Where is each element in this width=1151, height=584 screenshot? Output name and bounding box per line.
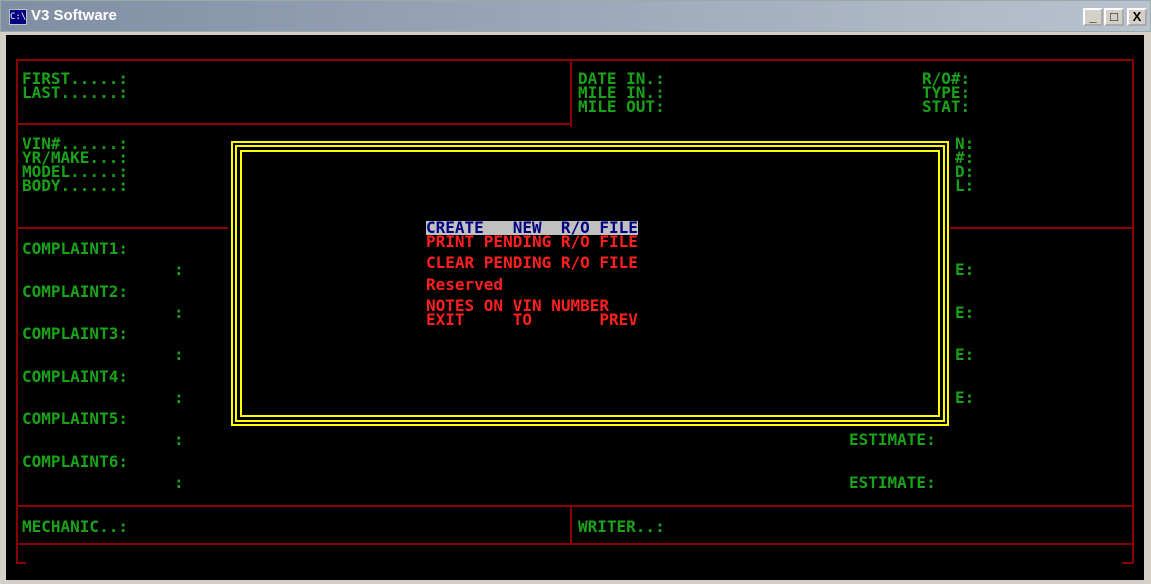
window-title-bar[interactable]: C:\ V3 Software _ □ X <box>0 0 1151 32</box>
complaint2-cont: : <box>174 303 184 322</box>
complaint6-cont: : <box>174 473 184 492</box>
menu-item-clear-pending-ro[interactable]: CLEAR PENDING R/O FILE <box>426 255 638 271</box>
last-name-label: LAST......: <box>22 83 128 102</box>
complaint5-label: COMPLAINT5: <box>22 409 128 428</box>
complaint4-cont: : <box>174 388 184 407</box>
minimize-button[interactable]: _ <box>1083 8 1103 26</box>
frame-divider-2-left <box>16 227 228 229</box>
complaint6-label: COMPLAINT6: <box>22 452 128 471</box>
right-field-e4-label: E: <box>955 388 975 407</box>
mile-out-label: MILE OUT: <box>578 97 665 116</box>
window-title: V3 Software <box>31 7 117 24</box>
stat-label: STAT: <box>922 97 971 116</box>
frame-vdivider-top <box>570 59 572 127</box>
complaint3-cont: : <box>174 345 184 364</box>
complaint4-label: COMPLAINT4: <box>22 367 128 386</box>
frame-left-line <box>16 59 18 564</box>
complaint3-label: COMPLAINT3: <box>22 324 128 343</box>
close-button[interactable]: X <box>1127 8 1147 26</box>
frame-divider-3 <box>16 505 1134 507</box>
frame-corner-left <box>16 562 26 564</box>
menu-item-print-pending-ro[interactable]: PRINT PENDING R/O FILE <box>426 234 638 250</box>
console-icon[interactable]: C:\ <box>9 9 27 25</box>
menu-dialog-inner-border <box>240 150 940 417</box>
maximize-button[interactable]: □ <box>1104 8 1124 26</box>
right-field-e2-label: E: <box>955 303 975 322</box>
frame-top-line <box>16 59 1134 61</box>
menu-item-exit-to-prev[interactable]: EXIT TO PREV <box>426 312 638 328</box>
estimate-label-2: ESTIMATE: <box>849 473 936 492</box>
complaint1-label: COMPLAINT1: <box>22 239 128 258</box>
menu-dialog <box>231 141 949 426</box>
complaint5-cont: : <box>174 430 184 449</box>
writer-label: WRITER..: <box>578 517 665 536</box>
frame-divider-4 <box>16 543 1134 545</box>
complaint1-cont: : <box>174 260 184 279</box>
frame-right-line <box>1132 59 1134 564</box>
right-field-e1-label: E: <box>955 260 975 279</box>
right-field-e3-label: E: <box>955 345 975 364</box>
frame-corner-right <box>1122 562 1132 564</box>
frame-divider-1 <box>16 123 570 125</box>
frame-vdivider-bottom <box>570 505 572 545</box>
mechanic-label: MECHANIC..: <box>22 517 128 536</box>
estimate-label-1: ESTIMATE: <box>849 430 936 449</box>
console-screen[interactable]: FIRST.....: LAST......: VIN#......: YR/M… <box>6 35 1144 580</box>
body-label: BODY......: <box>22 176 128 195</box>
complaint2-label: COMPLAINT2: <box>22 282 128 301</box>
menu-item-reserved[interactable]: Reserved <box>426 277 503 293</box>
frame-divider-2-right <box>950 227 1134 229</box>
right-field-l-label: L: <box>955 176 975 195</box>
